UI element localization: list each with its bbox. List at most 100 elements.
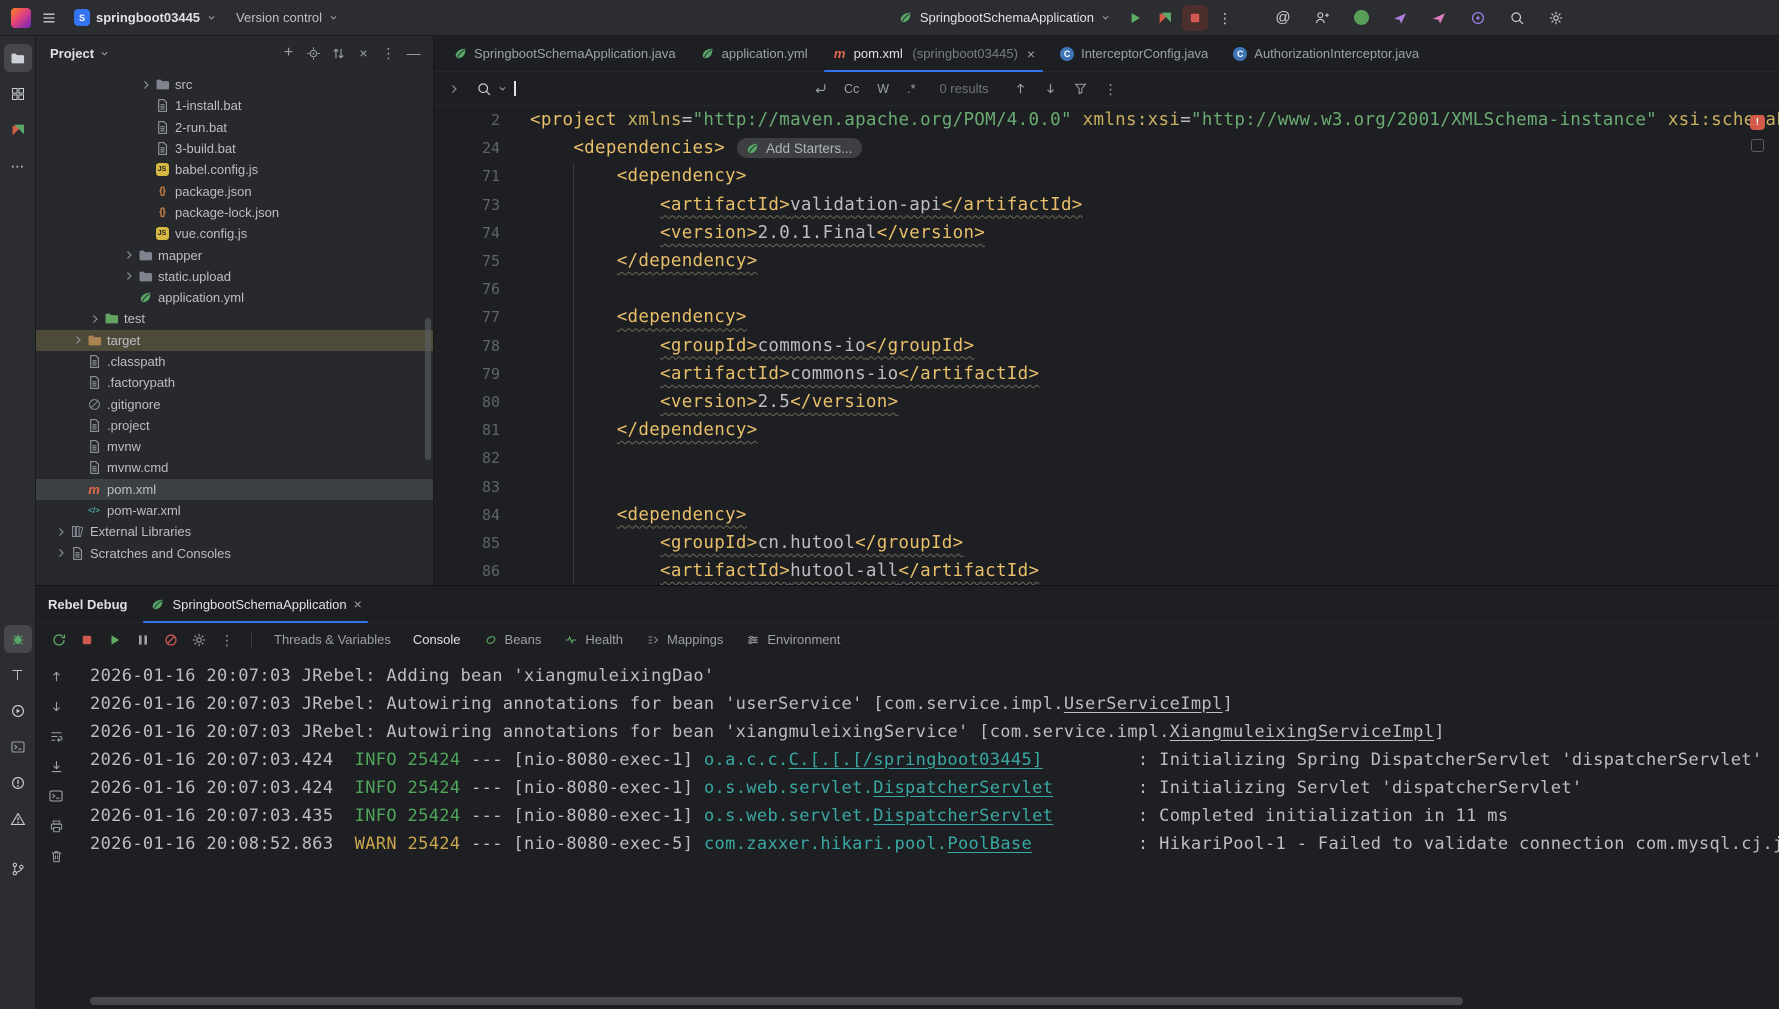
tool-button-jrebel[interactable] [4, 116, 32, 144]
view-tab-health[interactable]: Health [552, 623, 634, 656]
newline-button[interactable] [808, 77, 832, 101]
tree-item[interactable]: mpom.xml [36, 479, 433, 500]
line-number[interactable]: 80 [434, 393, 500, 411]
hide-button[interactable]: — [402, 42, 425, 65]
tree-item[interactable]: mvnw [36, 436, 433, 457]
next-occurrence-button[interactable] [1039, 77, 1063, 101]
line-number[interactable]: 86 [434, 562, 500, 580]
debug-session-tab[interactable]: SpringbootSchemaApplication × [143, 586, 367, 622]
tool-button-version-control[interactable] [4, 855, 32, 883]
ai-assistant-button[interactable] [1465, 5, 1491, 31]
console-link[interactable]: DispatcherServlet [873, 778, 1053, 798]
mentions-button[interactable]: @ [1270, 5, 1296, 31]
tree-item[interactable]: application.yml [36, 287, 433, 308]
line-number[interactable]: 78 [434, 337, 500, 355]
tree-item[interactable]: mapper [36, 244, 433, 265]
line-number[interactable]: 24 [434, 139, 500, 157]
vcs-widget[interactable]: Version control [228, 5, 346, 31]
console-link[interactable]: C.[.[.[/springboot03445] [789, 750, 1043, 770]
chevron-right-icon[interactable] [120, 247, 137, 263]
search-everywhere-button[interactable] [1504, 5, 1530, 31]
add-starters-hint[interactable]: Add Starters... [737, 138, 862, 158]
soft-wrap-button[interactable] [43, 724, 69, 748]
main-menu-button[interactable] [36, 5, 62, 31]
tree-item[interactable]: External Libraries [36, 521, 433, 542]
chevron-right-icon[interactable] [69, 332, 86, 348]
chevron-down-icon[interactable] [99, 48, 109, 58]
tree-item[interactable]: Scratches and Consoles [36, 543, 433, 564]
mute-breakpoints-button[interactable] [158, 628, 184, 652]
editor-tab[interactable]: application.yml [688, 36, 820, 71]
line-number[interactable]: 76 [434, 280, 500, 298]
debug-settings-button[interactable] [186, 628, 212, 652]
view-tab-mappings[interactable]: Mappings [634, 623, 734, 656]
view-tab-beans[interactable]: Beans [472, 623, 553, 656]
tool-button-problems[interactable] [4, 769, 32, 797]
tree-item[interactable]: 2-run.bat [36, 117, 433, 138]
line-number[interactable]: 81 [434, 421, 500, 439]
match-case-toggle[interactable]: Cc [838, 80, 865, 98]
scroll-to-end-button[interactable] [43, 754, 69, 778]
search-more-button[interactable]: ⋮ [1099, 77, 1123, 101]
line-number[interactable]: 71 [434, 167, 500, 185]
view-tab-threads-variables[interactable]: Threads & Variables [263, 623, 402, 656]
open-console-button[interactable] [43, 784, 69, 808]
console-link[interactable]: UserServiceImpl [1064, 694, 1223, 714]
console-link[interactable]: DispatcherServlet [873, 806, 1053, 826]
collapse-all-button[interactable]: × [352, 42, 375, 65]
editor-tab[interactable]: CInterceptorConfig.java [1047, 36, 1220, 71]
words-toggle[interactable]: W [871, 80, 895, 98]
resume-button[interactable] [102, 628, 128, 652]
expand-collapse-button[interactable] [327, 42, 350, 65]
tool-button-todo[interactable]: ⊤ [4, 661, 32, 689]
tree-item[interactable]: src [36, 74, 433, 95]
promote-button[interactable] [1426, 5, 1452, 31]
tool-button-debug[interactable] [4, 625, 32, 653]
search-expand-button[interactable] [442, 77, 466, 101]
code-with-me-button[interactable] [1309, 5, 1335, 31]
line-number[interactable]: 74 [434, 224, 500, 242]
tree-item[interactable]: 1-install.bat [36, 95, 433, 116]
line-number[interactable]: 84 [434, 506, 500, 524]
profile-button[interactable] [1348, 5, 1374, 31]
line-number[interactable]: 79 [434, 365, 500, 383]
settings-button[interactable] [1543, 5, 1569, 31]
view-tab-console[interactable]: Console [402, 623, 472, 656]
line-number[interactable]: 83 [434, 478, 500, 496]
tree-item[interactable]: </>pom-war.xml [36, 500, 433, 521]
line-number[interactable]: 73 [434, 196, 500, 214]
run-button[interactable] [1122, 5, 1148, 31]
share-button[interactable] [1387, 5, 1413, 31]
clear-all-button[interactable] [43, 844, 69, 868]
tool-button-project[interactable] [4, 44, 32, 72]
console-link[interactable]: PoolBase [947, 834, 1032, 854]
add-button[interactable]: + [277, 42, 300, 65]
line-number[interactable]: 82 [434, 449, 500, 467]
step-down-button[interactable] [43, 694, 69, 718]
filter-button[interactable] [1069, 77, 1093, 101]
tree-item[interactable]: .classpath [36, 351, 433, 372]
line-number[interactable]: 75 [434, 252, 500, 270]
search-input[interactable] [472, 76, 802, 102]
select-opened-file-button[interactable] [302, 42, 325, 65]
tree-item[interactable]: 3-build.bat [36, 138, 433, 159]
tool-button-more-tools[interactable]: ⋯ [4, 152, 32, 180]
inspections-error-badge[interactable] [1750, 115, 1765, 130]
project-tree[interactable]: src1-install.bat2-run.bat3-build.batJSba… [36, 70, 433, 585]
tree-item[interactable]: {}package.json [36, 180, 433, 201]
more-button[interactable]: ⋮ [214, 628, 240, 652]
line-number[interactable]: 85 [434, 534, 500, 552]
chevron-right-icon[interactable] [137, 77, 154, 93]
editor-tab[interactable]: SpringbootSchemaApplication.java [440, 36, 688, 71]
tree-scrollbar[interactable] [425, 318, 431, 460]
tree-item[interactable]: .gitignore [36, 393, 433, 414]
tree-item[interactable]: JSvue.config.js [36, 223, 433, 244]
tree-item[interactable]: .factorypath [36, 372, 433, 393]
chevron-right-icon[interactable] [86, 311, 103, 327]
line-number[interactable]: 77 [434, 308, 500, 326]
rerun-button[interactable] [46, 628, 72, 652]
stop-button[interactable] [1182, 5, 1208, 31]
stop-button[interactable] [74, 628, 100, 652]
tool-button-notifications[interactable] [4, 805, 32, 833]
show-execution-point-button[interactable] [43, 664, 69, 688]
